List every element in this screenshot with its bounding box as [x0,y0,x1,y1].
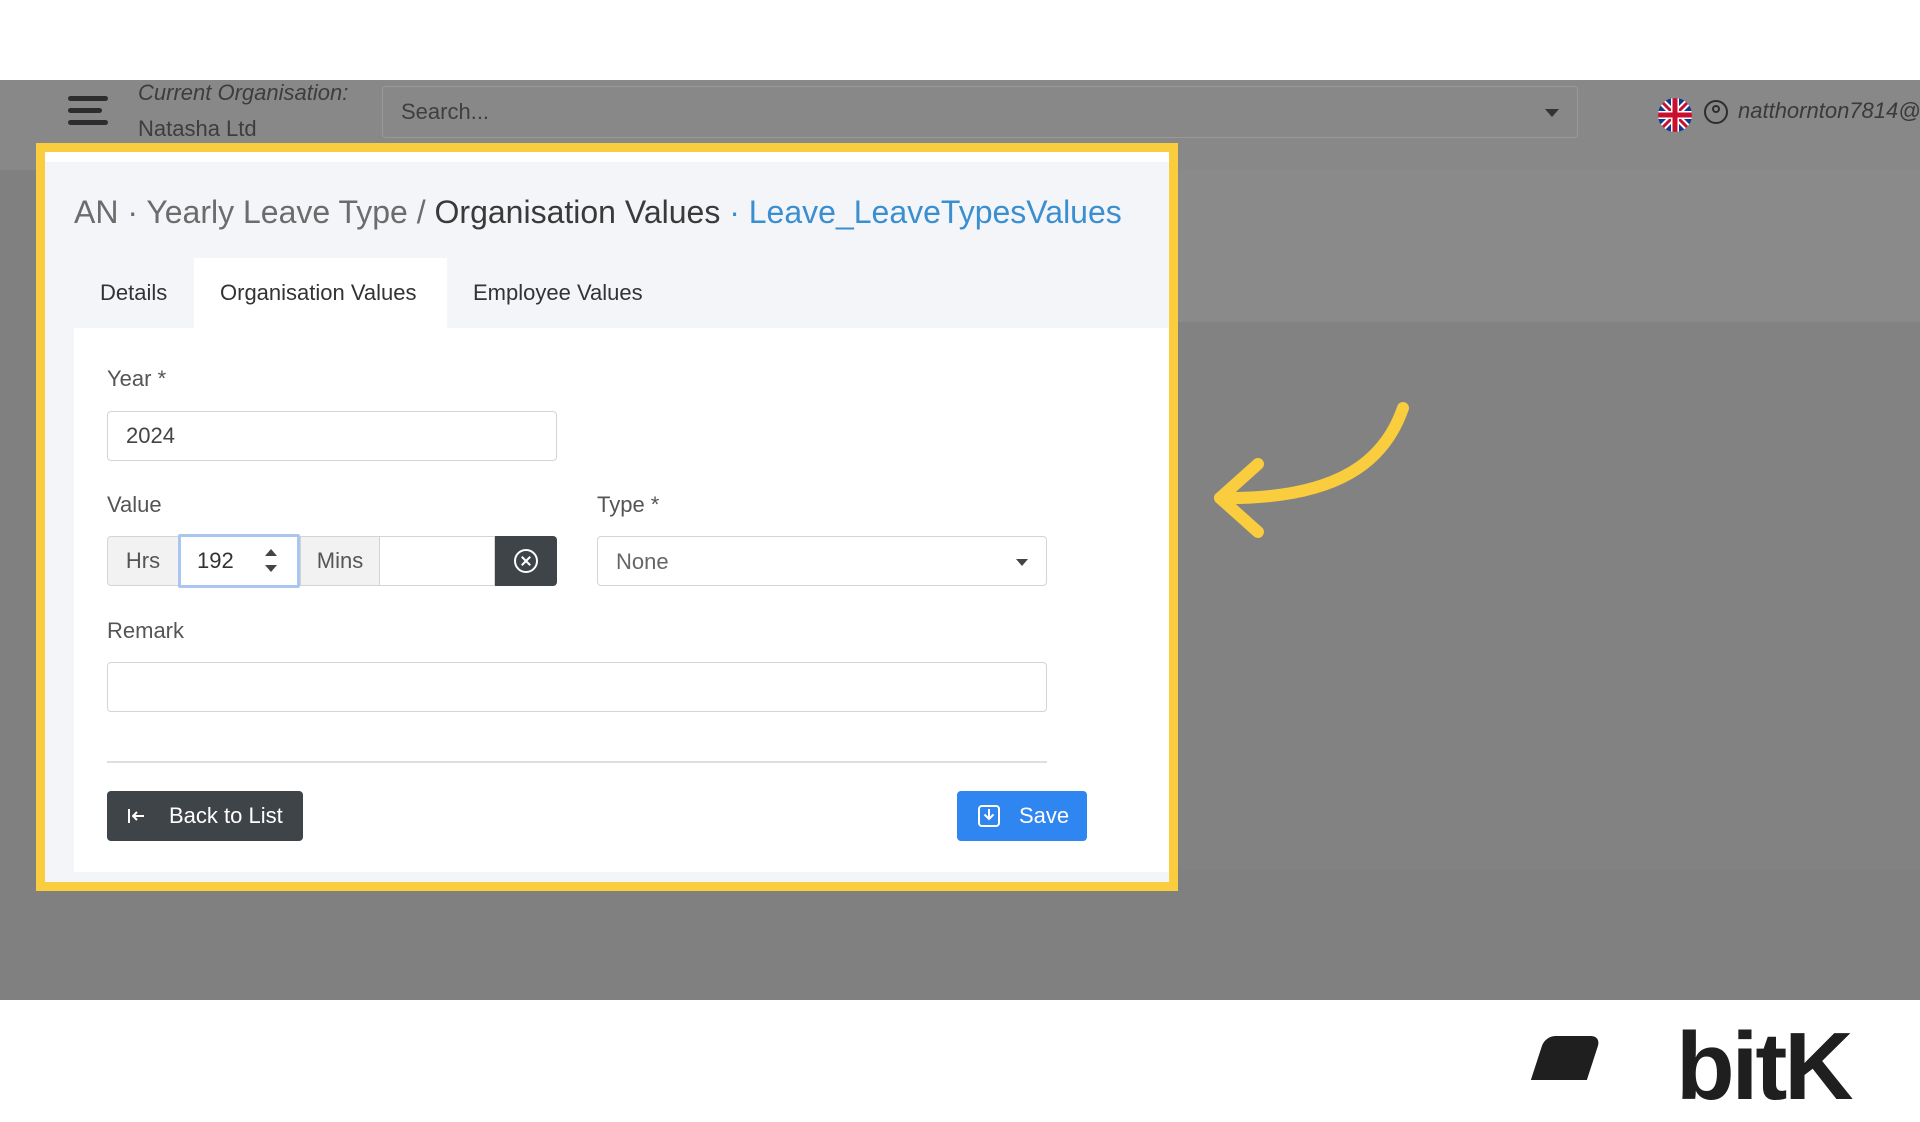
uk-flag-icon[interactable] [1658,98,1692,132]
year-field[interactable] [107,411,557,461]
type-selected-value: None [616,549,669,574]
global-search-input[interactable] [383,87,1519,137]
hours-input[interactable] [181,537,257,585]
breadcrumb-entity-link[interactable]: Leave_LeaveTypesValues [749,194,1122,230]
type-label: Type * [597,492,660,517]
breadcrumb-current: Organisation Values [434,194,721,230]
tab-organisation-values[interactable]: Organisation Values [194,258,447,328]
year-label: Year * [107,366,167,391]
brand-logo-icon [1530,1036,1602,1080]
highlighted-card: AN · Yearly Leave Type / Organisation Va… [36,143,1178,891]
hrs-addon: Hrs [107,536,179,586]
brand-wordmark: bitK [1676,1013,1854,1120]
remark-input[interactable] [108,663,1046,711]
card-top-strip [45,152,1169,162]
back-to-list-label: Back to List [169,803,283,828]
spinner-down-icon[interactable] [265,565,277,572]
form-panel: Year * Value Hrs Mins Type * None Remark [74,328,1169,872]
type-select[interactable]: None [597,536,1047,586]
clear-circle-x-icon [514,549,538,573]
year-input[interactable] [108,412,556,460]
breadcrumb: AN · Yearly Leave Type / Organisation Va… [74,194,1122,231]
menu-icon[interactable] [68,96,108,130]
save-button[interactable]: Save [957,791,1087,841]
current-organisation-name: Natasha Ltd [138,116,257,141]
user-name[interactable]: natthornton7814@ [1738,98,1920,124]
global-search[interactable] [382,86,1578,138]
spinner-up-icon[interactable] [265,549,277,556]
remark-field[interactable] [107,662,1047,712]
tab-details[interactable]: Details [74,258,194,328]
current-organisation-label: Current Organisation: [138,80,349,105]
save-label: Save [1019,803,1070,828]
user-icon[interactable] [1704,100,1728,124]
hours-field[interactable] [178,534,300,588]
minutes-input[interactable] [380,537,494,585]
mins-addon: Mins [300,536,380,586]
tab-employee-values[interactable]: Employee Values [447,258,677,328]
callout-arrow-icon [1214,402,1409,538]
breadcrumb-separator: · [127,194,138,230]
value-label: Value [107,492,162,517]
breadcrumb-code[interactable]: AN [74,194,118,230]
breadcrumb-separator: / [416,194,426,230]
chevron-down-icon[interactable] [1016,559,1028,566]
breadcrumb-leave-type[interactable]: Yearly Leave Type [146,194,408,230]
save-download-icon [978,805,1000,827]
remark-label: Remark [107,618,185,643]
chevron-down-icon[interactable] [1545,109,1559,117]
minutes-field[interactable] [379,536,495,586]
number-spinner[interactable] [265,549,279,575]
back-to-list-button[interactable]: Back to List [107,791,303,841]
back-arrow-icon [128,809,144,823]
clear-value-button[interactable] [495,536,557,586]
breadcrumb-separator: · [729,194,740,230]
form-divider [107,761,1047,763]
